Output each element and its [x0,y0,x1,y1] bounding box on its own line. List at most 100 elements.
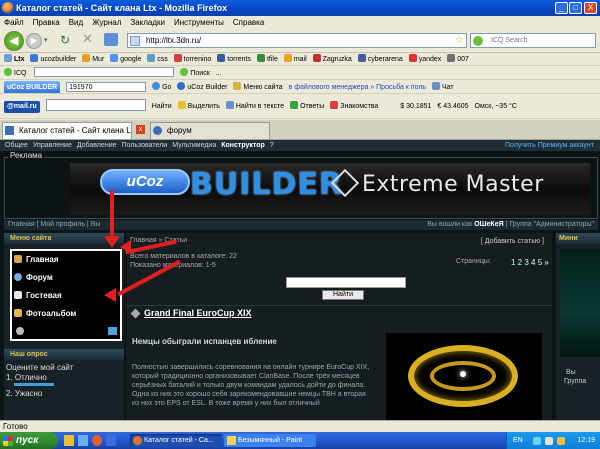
annotation-arrow-shaft [110,190,114,240]
poll-option-2[interactable]: 2. Ужасно [6,389,42,398]
icq-label[interactable]: ICQ [4,68,26,77]
menu-history[interactable]: Журнал [92,18,121,27]
history-dropdown-icon[interactable]: ▾ [44,36,50,46]
tab-close-icon[interactable]: x [136,125,145,134]
forward-button[interactable]: ▶ [26,33,42,49]
right-column: Мини Вы Группа [556,233,600,420]
annotation-arrowhead [120,240,131,254]
username-link[interactable]: OШeКeЯ [474,221,504,228]
bookmark-zagruzka[interactable]: Zagruzka [312,54,352,63]
mail-dating-button[interactable]: Знакомства [330,101,378,110]
bookmark-star-icon[interactable]: ☆ [455,35,464,46]
divider [126,305,552,306]
bookmark-yandex[interactable]: yandex [408,54,441,63]
bookmark-torrents[interactable]: torrents [217,54,251,63]
admin-constructor[interactable]: Конструктор [221,142,265,149]
minimize-button[interactable]: _ [555,2,568,14]
taskbar-firefox[interactable]: Каталог статей - Са... [130,434,222,447]
menu-edit[interactable]: Правка [33,18,60,27]
ucoz-ticker[interactable]: в файлового менеджера » Просьба к поль [289,84,427,91]
menu-tools[interactable]: Инструменты [174,18,224,27]
close-button[interactable]: X [584,2,597,14]
mini-profile-group: Группа [564,378,587,385]
ad-label: Реклама [8,151,45,160]
home-icon[interactable] [104,33,118,46]
bookmark-google[interactable]: google [110,54,141,63]
back-button[interactable]: ◀ [4,31,24,51]
icq-extra-button[interactable]: ... [216,70,222,77]
quicklaunch-icon[interactable] [64,435,74,446]
icq-search-button[interactable]: Поиск [180,68,210,77]
mail-highlight-button[interactable]: Выделить [177,101,220,110]
add-article-link[interactable]: [ Добавить статью ] [481,238,544,245]
ucoz-chat-button[interactable]: Чат [432,82,454,91]
user-bar: Главная | Мой профиль | Вы Вы вошли как … [4,220,598,230]
admin-add[interactable]: Добавление [77,142,117,149]
bookmark-css[interactable]: css [147,54,168,63]
banner-builder-text: BUILDER [190,167,344,202]
firefox-window: Каталог статей - Сайт клана Ltx - Mozill… [0,0,600,449]
article-title[interactable]: Grand Final EuroCup XIX [144,308,252,318]
bookmark-torrenino[interactable]: torrenino [173,54,211,63]
bookmark-cyberarena[interactable]: cyberarena [357,54,403,63]
menu-file[interactable]: Файл [4,18,24,27]
ucoz-brand: uCoz BUILDER [4,81,61,93]
bookmark-ucozbuilder[interactable]: ucozbuilder [30,54,76,63]
usd-rate: $ 30.1851 [400,103,432,110]
article-image[interactable] [386,333,542,420]
gear-icon[interactable] [16,327,24,335]
icq-search-input[interactable] [34,67,175,77]
ucoz-site-menu[interactable]: Меню сайта [233,82,283,91]
bookmark-icon [4,54,12,62]
mail-search-input[interactable] [45,99,146,111]
menu-item-home[interactable]: Главная [12,251,120,269]
catalog-search-input[interactable] [286,277,406,288]
bookmark-007[interactable]: 007 [447,54,469,63]
stop-icon[interactable]: ✕ [82,32,94,45]
menu-help[interactable]: Справка [233,18,264,27]
premium-link[interactable]: Получить Премиум аккаунт [505,140,594,151]
mail-find-button[interactable]: Найти [152,103,172,110]
admin-help[interactable]: ? [270,142,274,149]
article-subtitle: Немцы обыграли испанцев иблениe [132,337,277,346]
reload-icon[interactable]: ↻ [60,34,72,46]
menu-bookmarks[interactable]: Закладки [130,18,165,27]
rss-icon[interactable] [108,327,117,335]
mail-answers-button[interactable]: Ответы [290,101,324,110]
menu-item-photoalbum[interactable]: Фотоальбом [12,305,120,323]
admin-multimedia[interactable]: Мультимедиа [172,142,216,149]
user-links[interactable]: Главная | Мой профиль | Вы [8,221,100,228]
tray-icon[interactable] [557,437,565,445]
ucoz-go-button[interactable]: Go [152,82,171,91]
bookmark-ltx[interactable]: Ltx [4,54,25,63]
firefox-task-icon [133,436,142,445]
bookmark-mail[interactable]: mail [283,54,307,63]
tray-icon[interactable] [545,437,553,445]
mail-find-text-button[interactable]: Найти в тексте [225,101,284,110]
taskbar-paint[interactable]: Безымянный - Paint [224,434,316,447]
poll-option-1[interactable]: 1. Отлично [6,373,47,382]
menu-view[interactable]: Вид [69,18,83,27]
annotation-arrowhead [104,288,116,302]
url-bar[interactable]: http://ltx.3dn.ru/ [127,33,467,48]
quicklaunch-icon[interactable] [92,435,102,446]
tray-icon[interactable] [533,437,541,445]
pagination[interactable]: 1 2 3 4 5 » [511,258,549,267]
tab-forum[interactable]: форум [150,122,270,139]
language-indicator[interactable]: EN [513,432,523,449]
quicklaunch-icon[interactable] [106,435,116,446]
ucoz-builder-button[interactable]: uCoz Builder [177,82,227,91]
catalog-search-button[interactable]: Найти [322,290,364,300]
ucoz-id-input[interactable]: 191970 [66,82,147,92]
admin-general[interactable]: Общее [5,142,28,149]
quicklaunch-icon[interactable] [78,435,88,446]
admin-users[interactable]: Пользователи [122,142,168,149]
admin-manage[interactable]: Управление [33,142,72,149]
tab-catalog[interactable]: Каталог статей - Сайт клана Ltx [2,122,132,139]
bookmark-mur[interactable]: Mur [82,54,104,63]
maximize-button[interactable]: □ [569,2,582,14]
search-input[interactable]: ICQ Search [470,33,596,48]
ucoz-builder-banner[interactable]: uCoz BUILDER Extreme Master [70,163,590,215]
menu-item-forum[interactable]: Форум [12,269,120,287]
bookmark-tfile[interactable]: tfile [256,54,278,63]
